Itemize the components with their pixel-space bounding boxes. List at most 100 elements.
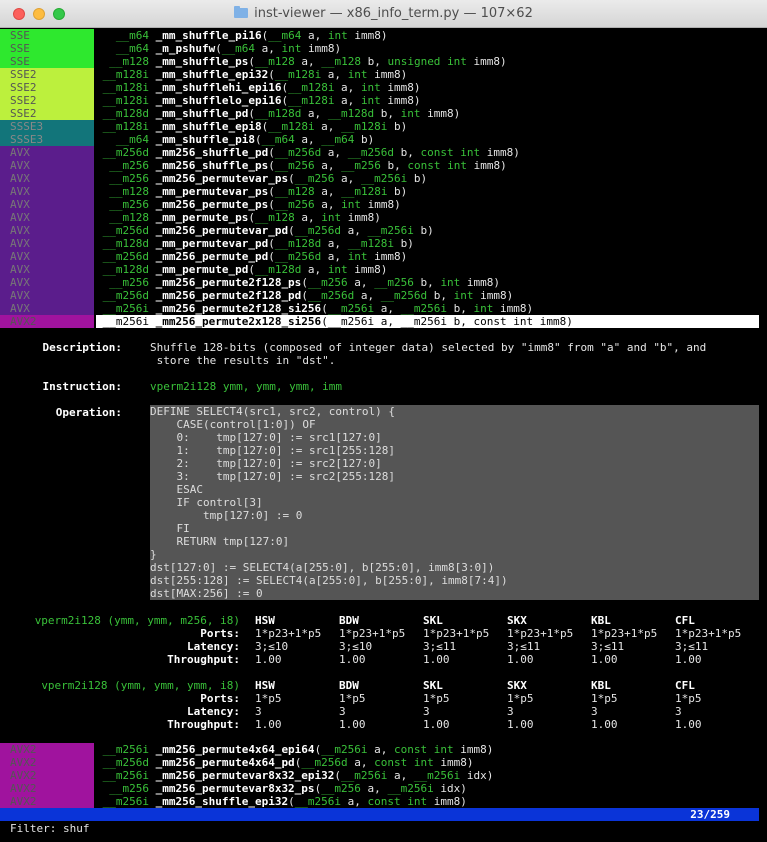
list-item-selected[interactable]: AVX2 __m256i _mm256_permute2x128_si256(_… [0, 315, 759, 328]
list-item[interactable]: AVX __m256 _mm256_permute_ps(__m256 a, i… [0, 198, 759, 211]
list-position: 23/259 [690, 808, 730, 821]
latency-cell: 1*p5 [339, 692, 366, 705]
latency-row-label: Throughput: [167, 653, 240, 666]
list-item[interactable]: SSSE3 __m128i _mm_shuffle_epi8(__m128i a… [0, 120, 759, 133]
list-item[interactable]: AVX __m256d _mm256_permutevar_pd(__m256d… [0, 224, 759, 237]
intrinsic-args: (__m64 a, __m64 b) [254, 133, 375, 146]
intrinsic-args: (__m256d a, int imm8) [268, 250, 408, 263]
intrinsic-signature: __m256 _mm256_permute_ps(__m256 a, int i… [96, 198, 759, 211]
intrinsic-signature: __m256i _mm256_permute2x128_si256(__m256… [96, 315, 759, 328]
list-item[interactable]: AVX __m128d _mm_permute_pd(__m128d a, in… [0, 263, 759, 276]
list-item[interactable]: AVX __m256i _mm256_permute2f128_si256(__… [0, 302, 759, 315]
intrinsic-args: (__m128 a, __m128 b, unsigned int imm8) [248, 55, 507, 68]
latency-row-label: Latency: [187, 705, 240, 718]
return-type: __m256 [96, 276, 149, 289]
latency-cell: 1.00 [423, 653, 450, 666]
intrinsic-args: (__m256d a, __m256i b) [288, 224, 434, 237]
list-item[interactable]: AVX __m256d _mm256_permute_pd(__m256d a,… [0, 250, 759, 263]
intrinsic-name: _mm_shuffle_pi16 [155, 29, 262, 42]
list-item[interactable]: AVX __m256d _mm256_permute2f128_pd(__m25… [0, 289, 759, 302]
intrinsic-args: (__m128d a, __m128i b) [268, 237, 414, 250]
latency-row-label: Latency: [187, 640, 240, 653]
latency-cell: 1*p5 [675, 692, 702, 705]
extension-tag: AVX [0, 224, 94, 237]
window-title-text: inst-viewer — x86_info_term.py — 107×62 [254, 6, 533, 21]
extension-tag: AVX2 [0, 795, 94, 808]
extension-tag: SSE [0, 55, 94, 68]
extension-tag: AVX [0, 302, 94, 315]
return-type: __m128d [96, 263, 149, 276]
intrinsic-signature: __m128 _mm_shuffle_ps(__m128 a, __m128 b… [96, 55, 759, 68]
extension-tag: SSE2 [0, 107, 94, 120]
filter-field[interactable]: Filter: shuf [10, 822, 89, 835]
list-item[interactable]: AVX2 __m256i _mm256_permute4x64_epi64(__… [0, 743, 759, 756]
list-item[interactable]: AVX2 __m256 _mm256_permutevar8x32_ps(__m… [0, 782, 759, 795]
operation-code: DEFINE SELECT4(src1, src2, control) { CA… [150, 405, 759, 600]
intrinsic-args: (__m256 a, __m256i idx) [314, 782, 467, 795]
extension-tag: SSE [0, 29, 94, 42]
list-item[interactable]: SSE2 __m128i _mm_shufflelo_epi16(__m128i… [0, 94, 759, 107]
latency-cell: 1*p23+1*p5 [423, 627, 490, 640]
intrinsic-signature: __m128i _mm_shufflelo_epi16(__m128i a, i… [96, 94, 759, 107]
list-item[interactable]: AVX2 __m256i _mm256_shuffle_epi32(__m256… [0, 795, 759, 808]
list-item[interactable]: AVX2 __m256d _mm256_permute4x64_pd(__m25… [0, 756, 759, 769]
intrinsic-name: _mm256_permute_pd [155, 250, 269, 263]
list-item[interactable]: SSE __m64 _m_pshufw(__m64 a, int imm8) [0, 42, 759, 55]
list-item[interactable]: SSSE3 __m64 _mm_shuffle_pi8(__m64 a, __m… [0, 133, 759, 146]
return-type: __m256i [96, 315, 149, 328]
list-item[interactable]: AVX __m128d _mm_permutevar_pd(__m128d a,… [0, 237, 759, 250]
arch-header: SKX [507, 679, 527, 692]
intrinsic-name: _mm_shuffle_epi32 [155, 68, 269, 81]
latency-cell: 3;≤10 [255, 640, 289, 653]
title-bar: inst-viewer — x86_info_term.py — 107×62 [0, 0, 767, 28]
intrinsic-name: _mm256_shuffle_ps [155, 159, 269, 172]
intrinsic-args: (__m256 a, __m256 b, int imm8) [301, 276, 501, 289]
arch-header: KBL [591, 679, 611, 692]
list-item[interactable]: SSE __m64 _mm_shuffle_pi16(__m64 a, int … [0, 29, 759, 42]
intrinsic-signature: __m256i _mm256_permute4x64_epi64(__m256i… [96, 743, 759, 756]
intrinsic-signature: __m256d _mm256_permute2f128_pd(__m256d a… [96, 289, 759, 302]
latency-cell: 3;≤11 [423, 640, 457, 653]
list-item[interactable]: SSE2 __m128i _mm_shufflehi_epi16(__m128i… [0, 81, 759, 94]
list-item[interactable]: SSE __m128 _mm_shuffle_ps(__m128 a, __m1… [0, 55, 759, 68]
list-item[interactable]: AVX __m256 _mm256_permute2f128_ps(__m256… [0, 276, 759, 289]
list-item[interactable]: AVX2 __m256i _mm256_permutevar8x32_epi32… [0, 769, 759, 782]
list-item[interactable]: AVX __m256 _mm256_shuffle_ps(__m256 a, _… [0, 159, 759, 172]
intrinsic-signature: __m64 _mm_shuffle_pi8(__m64 a, __m64 b) [96, 133, 759, 146]
latency-cell: 1.00 [675, 718, 702, 731]
intrinsic-args: (__m64 a, int imm8) [215, 42, 342, 55]
list-item[interactable]: AVX __m128 _mm_permute_ps(__m128 a, int … [0, 211, 759, 224]
list-item[interactable]: SSE2 __m128d _mm_shuffle_pd(__m128d a, _… [0, 107, 759, 120]
latency-cell: 3 [423, 705, 430, 718]
arch-header: KBL [591, 614, 611, 627]
latency-cell: 3;≤11 [591, 640, 625, 653]
extension-tag: AVX [0, 237, 94, 250]
intrinsic-name: _mm256_permute_ps [155, 198, 269, 211]
extension-tag: AVX2 [0, 782, 94, 795]
latency-cell: 1.00 [507, 653, 534, 666]
intrinsic-name: _mm256_permutevar_pd [155, 224, 289, 237]
intrinsic-args: (__m128d a, int imm8) [248, 263, 388, 276]
operation-label: Operation: [55, 406, 122, 419]
description-text: Shuffle 128-bits (composed of integer da… [150, 341, 707, 367]
intrinsic-signature: __m128 _mm_permute_ps(__m128 a, int imm8… [96, 211, 759, 224]
intrinsic-signature: __m256 _mm256_shuffle_ps(__m256 a, __m25… [96, 159, 759, 172]
intrinsic-args: (__m256i a, const int imm8) [288, 795, 467, 808]
intrinsic-name: _mm_shuffle_pi8 [155, 133, 255, 146]
list-item[interactable]: AVX __m128 _mm_permutevar_ps(__m128 a, _… [0, 185, 759, 198]
intrinsic-args: (__m256i a, __m256i idx) [334, 769, 494, 782]
latency-form: vperm2i128 (ymm, ymm, m256, i8) [34, 614, 240, 627]
filter-label: Filter: [10, 822, 57, 835]
terminal-window: inst-viewer — x86_info_term.py — 107×62 … [0, 0, 767, 842]
list-item[interactable]: SSE2 __m128i _mm_shuffle_epi32(__m128i a… [0, 68, 759, 81]
latency-cell: 1.00 [255, 718, 282, 731]
scrollbar[interactable] [759, 28, 767, 842]
intrinsic-args: (__m128i a, __m128i b) [261, 120, 408, 133]
extension-tag: AVX [0, 211, 94, 224]
list-item[interactable]: AVX __m256d _mm256_shuffle_pd(__m256d a,… [0, 146, 759, 159]
filter-value[interactable]: shuf [63, 822, 90, 835]
list-item[interactable]: AVX __m256 _mm256_permutevar_ps(__m256 a… [0, 172, 759, 185]
intrinsic-signature: __m128 _mm_permutevar_ps(__m128 a, __m12… [96, 185, 759, 198]
intrinsic-signature: __m128i _mm_shuffle_epi8(__m128i a, __m1… [96, 120, 759, 133]
return-type: __m256d [96, 289, 149, 302]
